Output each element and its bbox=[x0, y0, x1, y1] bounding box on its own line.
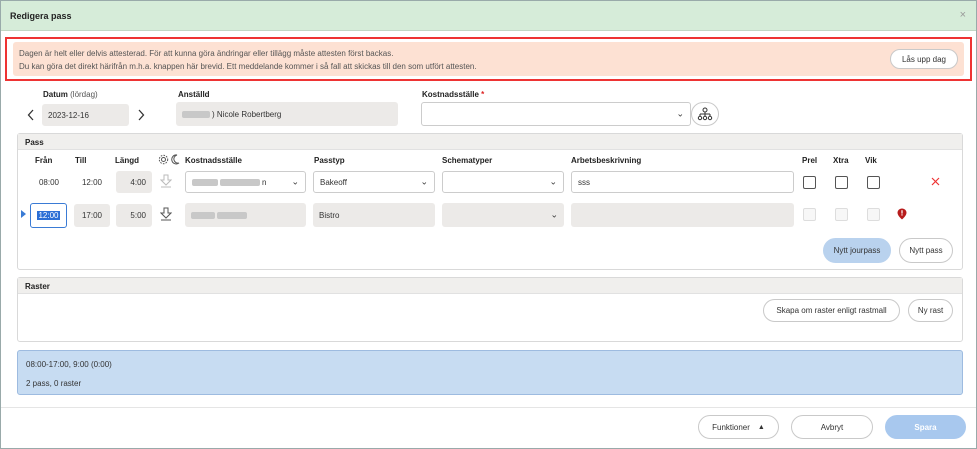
warning-line-2: Du kan göra det direkt härifrån m.h.a. k… bbox=[19, 62, 477, 71]
cancel-button[interactable]: Avbryt bbox=[791, 415, 873, 439]
row1-to-input[interactable]: 12:00 bbox=[74, 171, 110, 193]
row1-shift-type-select[interactable]: Bakeoff ⌄ bbox=[313, 171, 435, 193]
row2-vik-checkbox bbox=[867, 208, 880, 221]
redacted-id bbox=[182, 110, 210, 118]
employee-field: ) Nicole Robertberg bbox=[176, 102, 398, 126]
row2-length-field: 5:00 bbox=[116, 204, 152, 227]
breaks-title: Raster bbox=[25, 282, 50, 291]
dialog-titlebar: Redigera pass × bbox=[1, 1, 976, 31]
chevron-down-icon: ⌄ bbox=[291, 176, 299, 187]
unlock-day-button[interactable]: Lås upp dag bbox=[890, 49, 958, 69]
row1-schedule-type-select[interactable]: ⌄ bbox=[442, 171, 564, 193]
row1-work-description-input[interactable]: sss bbox=[571, 171, 794, 193]
chevron-right-icon[interactable] bbox=[135, 105, 147, 125]
caret-up-icon: ▲ bbox=[757, 423, 765, 431]
row2-xtra-checkbox bbox=[835, 208, 848, 221]
row1-from-input[interactable]: 08:00 bbox=[32, 171, 66, 193]
row1-delete-icon[interactable] bbox=[929, 175, 941, 187]
row2-arrow-down-icon[interactable] bbox=[159, 206, 173, 222]
row2-alert-icon[interactable] bbox=[896, 207, 908, 220]
col-to: Till bbox=[75, 156, 87, 165]
new-shift-button[interactable]: Nytt pass bbox=[899, 238, 953, 263]
col-schedule-types: Schematyper bbox=[442, 156, 493, 165]
edit-shift-dialog: Redigera pass × Dagen är helt eller delv… bbox=[0, 0, 977, 449]
pass-panel-header: Pass bbox=[18, 134, 962, 150]
redacted bbox=[217, 211, 247, 219]
row1-vik-checkbox[interactable] bbox=[867, 176, 880, 189]
footer-divider bbox=[1, 407, 976, 408]
row1-xtra-checkbox[interactable] bbox=[835, 176, 848, 189]
shift-summary: 08:00-17:00, 9:00 (0:00) 2 pass, 0 raste… bbox=[17, 350, 963, 395]
row2-cost-center-field bbox=[185, 203, 306, 227]
functions-button[interactable]: Funktioner ▲ bbox=[698, 415, 779, 439]
chevron-down-icon: ⌄ bbox=[549, 176, 557, 187]
cost-center-select[interactable]: ⌄ bbox=[421, 102, 691, 126]
row2-shift-type-field: Bistro bbox=[313, 203, 435, 227]
close-icon[interactable]: × bbox=[960, 9, 966, 21]
breaks-panel-header: Raster bbox=[18, 278, 962, 294]
col-from: Från bbox=[35, 156, 53, 165]
chevron-down-icon: ⌄ bbox=[550, 209, 558, 220]
row2-prel-checkbox bbox=[803, 208, 816, 221]
row1-cost-center-select[interactable]: n ⌄ bbox=[185, 171, 306, 193]
new-on-call-shift-button[interactable]: Nytt jourpass bbox=[823, 238, 891, 263]
summary-times: 08:00-17:00, 9:00 (0:00) bbox=[26, 360, 112, 369]
redacted bbox=[192, 178, 218, 186]
col-xtra: Xtra bbox=[833, 156, 849, 165]
dialog-title: Redigera pass bbox=[10, 11, 72, 21]
col-work-description: Arbetsbeskrivning bbox=[571, 156, 642, 165]
moon-icon bbox=[170, 153, 180, 165]
chevron-down-icon: ⌄ bbox=[676, 108, 684, 119]
row2-work-description-field bbox=[571, 203, 794, 227]
recreate-breaks-button[interactable]: Skapa om raster enligt rastmall bbox=[763, 299, 900, 322]
cost-center-label: Kostnadsställe * bbox=[422, 90, 485, 99]
warning-highlight: Dagen är helt eller delvis attesterad. F… bbox=[5, 37, 972, 81]
col-cost-center: Kostnadsställe bbox=[185, 156, 242, 165]
date-label: Datum (lördag) bbox=[43, 90, 98, 99]
row2-from-input[interactable]: 12:00 bbox=[30, 203, 67, 228]
col-shift-type: Passtyp bbox=[314, 156, 345, 165]
warning-line-1: Dagen är helt eller delvis attesterad. F… bbox=[19, 49, 394, 58]
row1-length-field: 4:00 bbox=[116, 171, 152, 193]
row2-selected-indicator-icon bbox=[20, 209, 26, 219]
date-field[interactable]: 2023-12-16 bbox=[42, 104, 129, 126]
row1-arrow-down-icon[interactable] bbox=[159, 173, 173, 189]
new-break-button[interactable]: Ny rast bbox=[908, 299, 953, 322]
redacted bbox=[191, 211, 215, 219]
col-length: Längd bbox=[115, 156, 139, 165]
employee-label: Anställd bbox=[178, 90, 210, 99]
col-vik: Vik bbox=[865, 156, 877, 165]
row1-prel-checkbox[interactable] bbox=[803, 176, 816, 189]
chevron-left-icon[interactable] bbox=[25, 105, 37, 125]
summary-counts: 2 pass, 0 raster bbox=[26, 379, 82, 388]
row2-to-input[interactable]: 17:00 bbox=[74, 204, 110, 227]
gear-icon bbox=[157, 153, 169, 165]
chevron-down-icon: ⌄ bbox=[420, 176, 428, 187]
row2-schedule-type-select: ⌄ bbox=[442, 203, 564, 227]
org-chart-icon[interactable] bbox=[691, 102, 719, 126]
attest-warning: Dagen är helt eller delvis attesterad. F… bbox=[13, 42, 964, 76]
pass-title: Pass bbox=[25, 138, 44, 147]
redacted bbox=[220, 178, 260, 186]
col-prel: Prel bbox=[802, 156, 818, 165]
save-button[interactable]: Spara bbox=[885, 415, 966, 439]
